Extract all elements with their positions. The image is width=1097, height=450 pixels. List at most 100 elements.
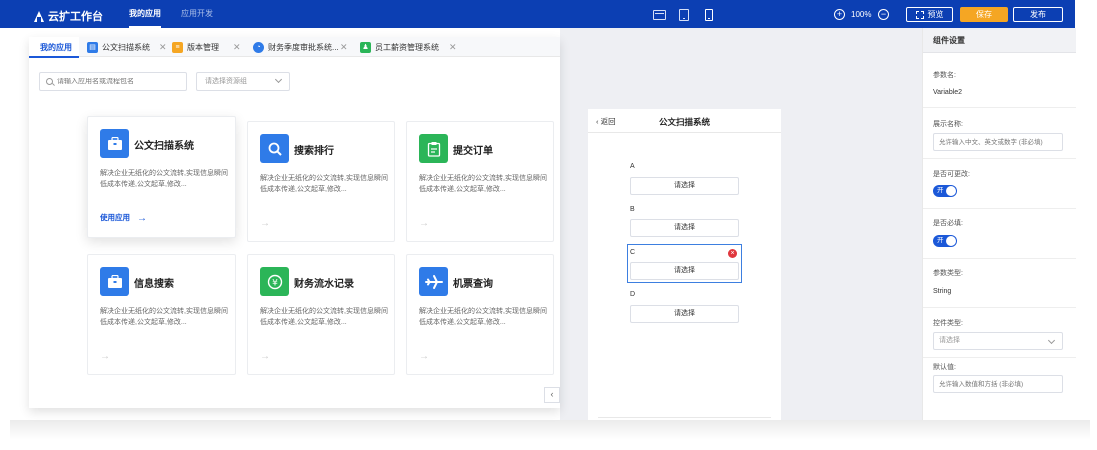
phone-icon bbox=[705, 9, 713, 21]
use-app-link[interactable]: 使用应用 bbox=[100, 212, 130, 223]
app-card[interactable]: 公文扫描系统 解决企业无纸化的公文流转,实现信息瞬间低成本传递,公文起草,修改.… bbox=[87, 116, 236, 238]
arrow-right-icon[interactable]: → bbox=[260, 351, 270, 362]
save-button[interactable]: 保存 bbox=[960, 7, 1008, 22]
app-list-panel: 我的应用 ▤ 公文扫描系统 ✕ ≡ 版本管理 ✕ ◔ 财务季度审批系统... ✕… bbox=[29, 37, 560, 408]
required-label: 是否必填: bbox=[933, 220, 963, 227]
default-value-input[interactable] bbox=[933, 375, 1063, 393]
arrow-right-icon[interactable]: → bbox=[260, 218, 270, 229]
search-icon bbox=[46, 78, 53, 85]
phone-preview: ‹ 返回 公文扫描系统 A 请选择 B 请选择 × C 请选择 D 请选择 bbox=[588, 109, 781, 421]
nav-my-apps[interactable]: 我的应用 bbox=[129, 0, 161, 28]
tab-label: 我的应用 bbox=[40, 42, 72, 52]
field-select[interactable]: 请选择 bbox=[630, 262, 739, 280]
card-title: 公文扫描系统 bbox=[134, 141, 194, 152]
param-type-label: 参数类型: bbox=[933, 270, 963, 277]
phone-title: 公文扫描系统 bbox=[658, 117, 710, 127]
tab-doc-scan[interactable]: ▤ 公文扫描系统 bbox=[87, 37, 150, 57]
yen-icon: ¥ bbox=[260, 267, 289, 296]
divider bbox=[923, 158, 1076, 159]
app-card[interactable]: 机票查询 解决企业无纸化的公文流转,实现信息瞬间低成本传递,公文起草,修改...… bbox=[406, 254, 554, 375]
magnifier-icon bbox=[260, 134, 289, 163]
zoom-in-icon[interactable]: + bbox=[834, 9, 845, 20]
editable-toggle[interactable]: 开 bbox=[933, 185, 957, 197]
component-settings-panel: 组件设置 参数名: Variable2 展示名称: 是否可更改: 开 是否必填:… bbox=[922, 28, 1076, 420]
select-placeholder: 请选择 bbox=[939, 337, 960, 344]
field-label: A bbox=[630, 163, 635, 170]
search-input[interactable] bbox=[57, 78, 177, 85]
field-label: B bbox=[630, 206, 635, 213]
field-select[interactable]: 请选择 bbox=[630, 219, 739, 237]
divider bbox=[923, 307, 1076, 308]
preview-button[interactable]: 预览 bbox=[906, 7, 953, 22]
device-tablet-button[interactable] bbox=[673, 4, 695, 26]
collapse-panel-button[interactable]: ‹ bbox=[544, 387, 560, 403]
settings-header: 组件设置 bbox=[923, 28, 1076, 53]
required-toggle[interactable]: 开 bbox=[933, 235, 957, 247]
calendar-icon: ▤ bbox=[87, 41, 98, 53]
close-icon[interactable]: ✕ bbox=[340, 42, 348, 53]
editable-label: 是否可更改: bbox=[933, 171, 970, 178]
param-type-value: String bbox=[933, 288, 952, 295]
briefcase-icon bbox=[100, 267, 129, 296]
desktop-icon bbox=[652, 10, 666, 20]
card-title: 财务流水记录 bbox=[294, 279, 354, 290]
app-card[interactable]: 信息搜索 解决企业无纸化的公文流转,实现信息瞬间低成本传递,公文起草,修改...… bbox=[87, 254, 236, 375]
version-icon: ≡ bbox=[172, 41, 183, 53]
divider bbox=[598, 417, 771, 418]
default-value-label: 默认值: bbox=[933, 364, 956, 371]
display-name-input[interactable] bbox=[933, 133, 1063, 151]
preview-frame-icon bbox=[915, 10, 924, 19]
phone-header: ‹ 返回 公文扫描系统 bbox=[588, 109, 781, 133]
app-card[interactable]: 提交订单 解决企业无纸化的公文流转,实现信息瞬间低成本传递,公文起草,修改...… bbox=[406, 121, 554, 242]
preview-label: 预览 bbox=[927, 10, 944, 19]
resource-group-select[interactable]: 请选择资源组 bbox=[196, 72, 290, 91]
briefcase-icon bbox=[100, 129, 129, 158]
nav-app-dev[interactable]: 应用开发 bbox=[181, 0, 213, 28]
app-name: 云扩工作台 bbox=[48, 11, 103, 23]
field-label: C bbox=[630, 249, 636, 256]
app-card[interactable]: ¥ 财务流水记录 解决企业无纸化的公文流转,实现信息瞬间低成本传递,公文起草,修… bbox=[247, 254, 395, 375]
tab-label: 财务季度审批系统... bbox=[268, 42, 339, 52]
delete-icon[interactable]: × bbox=[728, 249, 737, 258]
arrow-right-icon[interactable]: → bbox=[419, 351, 429, 362]
card-desc: 解决企业无纸化的公文流转,实现信息瞬间低成本传递,公文起草,修改... bbox=[100, 170, 228, 188]
arrow-right-icon[interactable]: → bbox=[100, 351, 110, 362]
divider bbox=[923, 258, 1076, 259]
arrow-right-icon[interactable]: → bbox=[137, 213, 147, 224]
tab-salary[interactable]: ♟ 员工薪资管理系统 bbox=[360, 37, 439, 57]
app-logo[interactable]: 云扩工作台 bbox=[34, 8, 103, 24]
chevron-left-icon: ‹ bbox=[550, 389, 554, 399]
close-icon[interactable]: ✕ bbox=[159, 42, 167, 53]
person-icon: ♟ bbox=[360, 41, 371, 53]
divider bbox=[923, 208, 1076, 209]
tablet-icon bbox=[679, 9, 689, 21]
card-desc: 解决企业无纸化的公文流转,实现信息瞬间低成本传递,公文起草,修改... bbox=[260, 308, 388, 326]
field-select[interactable]: 请选择 bbox=[630, 305, 739, 323]
publish-button[interactable]: 发布 bbox=[1013, 7, 1063, 22]
control-type-select[interactable]: 请选择 bbox=[933, 332, 1063, 350]
app-search-field[interactable] bbox=[39, 72, 187, 91]
tab-label: 公文扫描系统 bbox=[102, 42, 150, 52]
arrow-right-icon[interactable]: → bbox=[419, 218, 429, 229]
zoom-out-icon[interactable]: − bbox=[878, 9, 889, 20]
close-icon[interactable]: ✕ bbox=[449, 42, 457, 53]
control-type-label: 控件类型: bbox=[933, 320, 963, 327]
svg-text:¥: ¥ bbox=[272, 278, 278, 288]
tab-bar: 我的应用 ▤ 公文扫描系统 ✕ ≡ 版本管理 ✕ ◔ 财务季度审批系统... ✕… bbox=[29, 37, 560, 58]
device-phone-button[interactable] bbox=[698, 4, 720, 30]
card-desc: 解决企业无纸化的公文流转,实现信息瞬间低成本传递,公文起草,修改... bbox=[419, 308, 547, 326]
window-shadow bbox=[10, 420, 1090, 440]
chevron-down-icon bbox=[274, 75, 283, 84]
close-icon[interactable]: ✕ bbox=[233, 42, 241, 53]
chevron-down-icon bbox=[1047, 336, 1056, 345]
tab-my-apps[interactable]: 我的应用 bbox=[29, 37, 79, 58]
app-card[interactable]: 搜索排行 解决企业无纸化的公文流转,实现信息瞬间低成本传递,公文起草,修改...… bbox=[247, 121, 395, 242]
divider bbox=[923, 357, 1076, 358]
tab-finance[interactable]: ◔ 财务季度审批系统... bbox=[253, 37, 339, 57]
tab-version[interactable]: ≡ 版本管理 bbox=[172, 37, 219, 57]
field-select[interactable]: 请选择 bbox=[630, 177, 739, 195]
tab-label: 员工薪资管理系统 bbox=[375, 42, 439, 52]
tab-label: 版本管理 bbox=[187, 42, 219, 52]
param-name-label: 参数名: bbox=[933, 72, 956, 79]
device-desktop-button[interactable] bbox=[648, 4, 670, 26]
